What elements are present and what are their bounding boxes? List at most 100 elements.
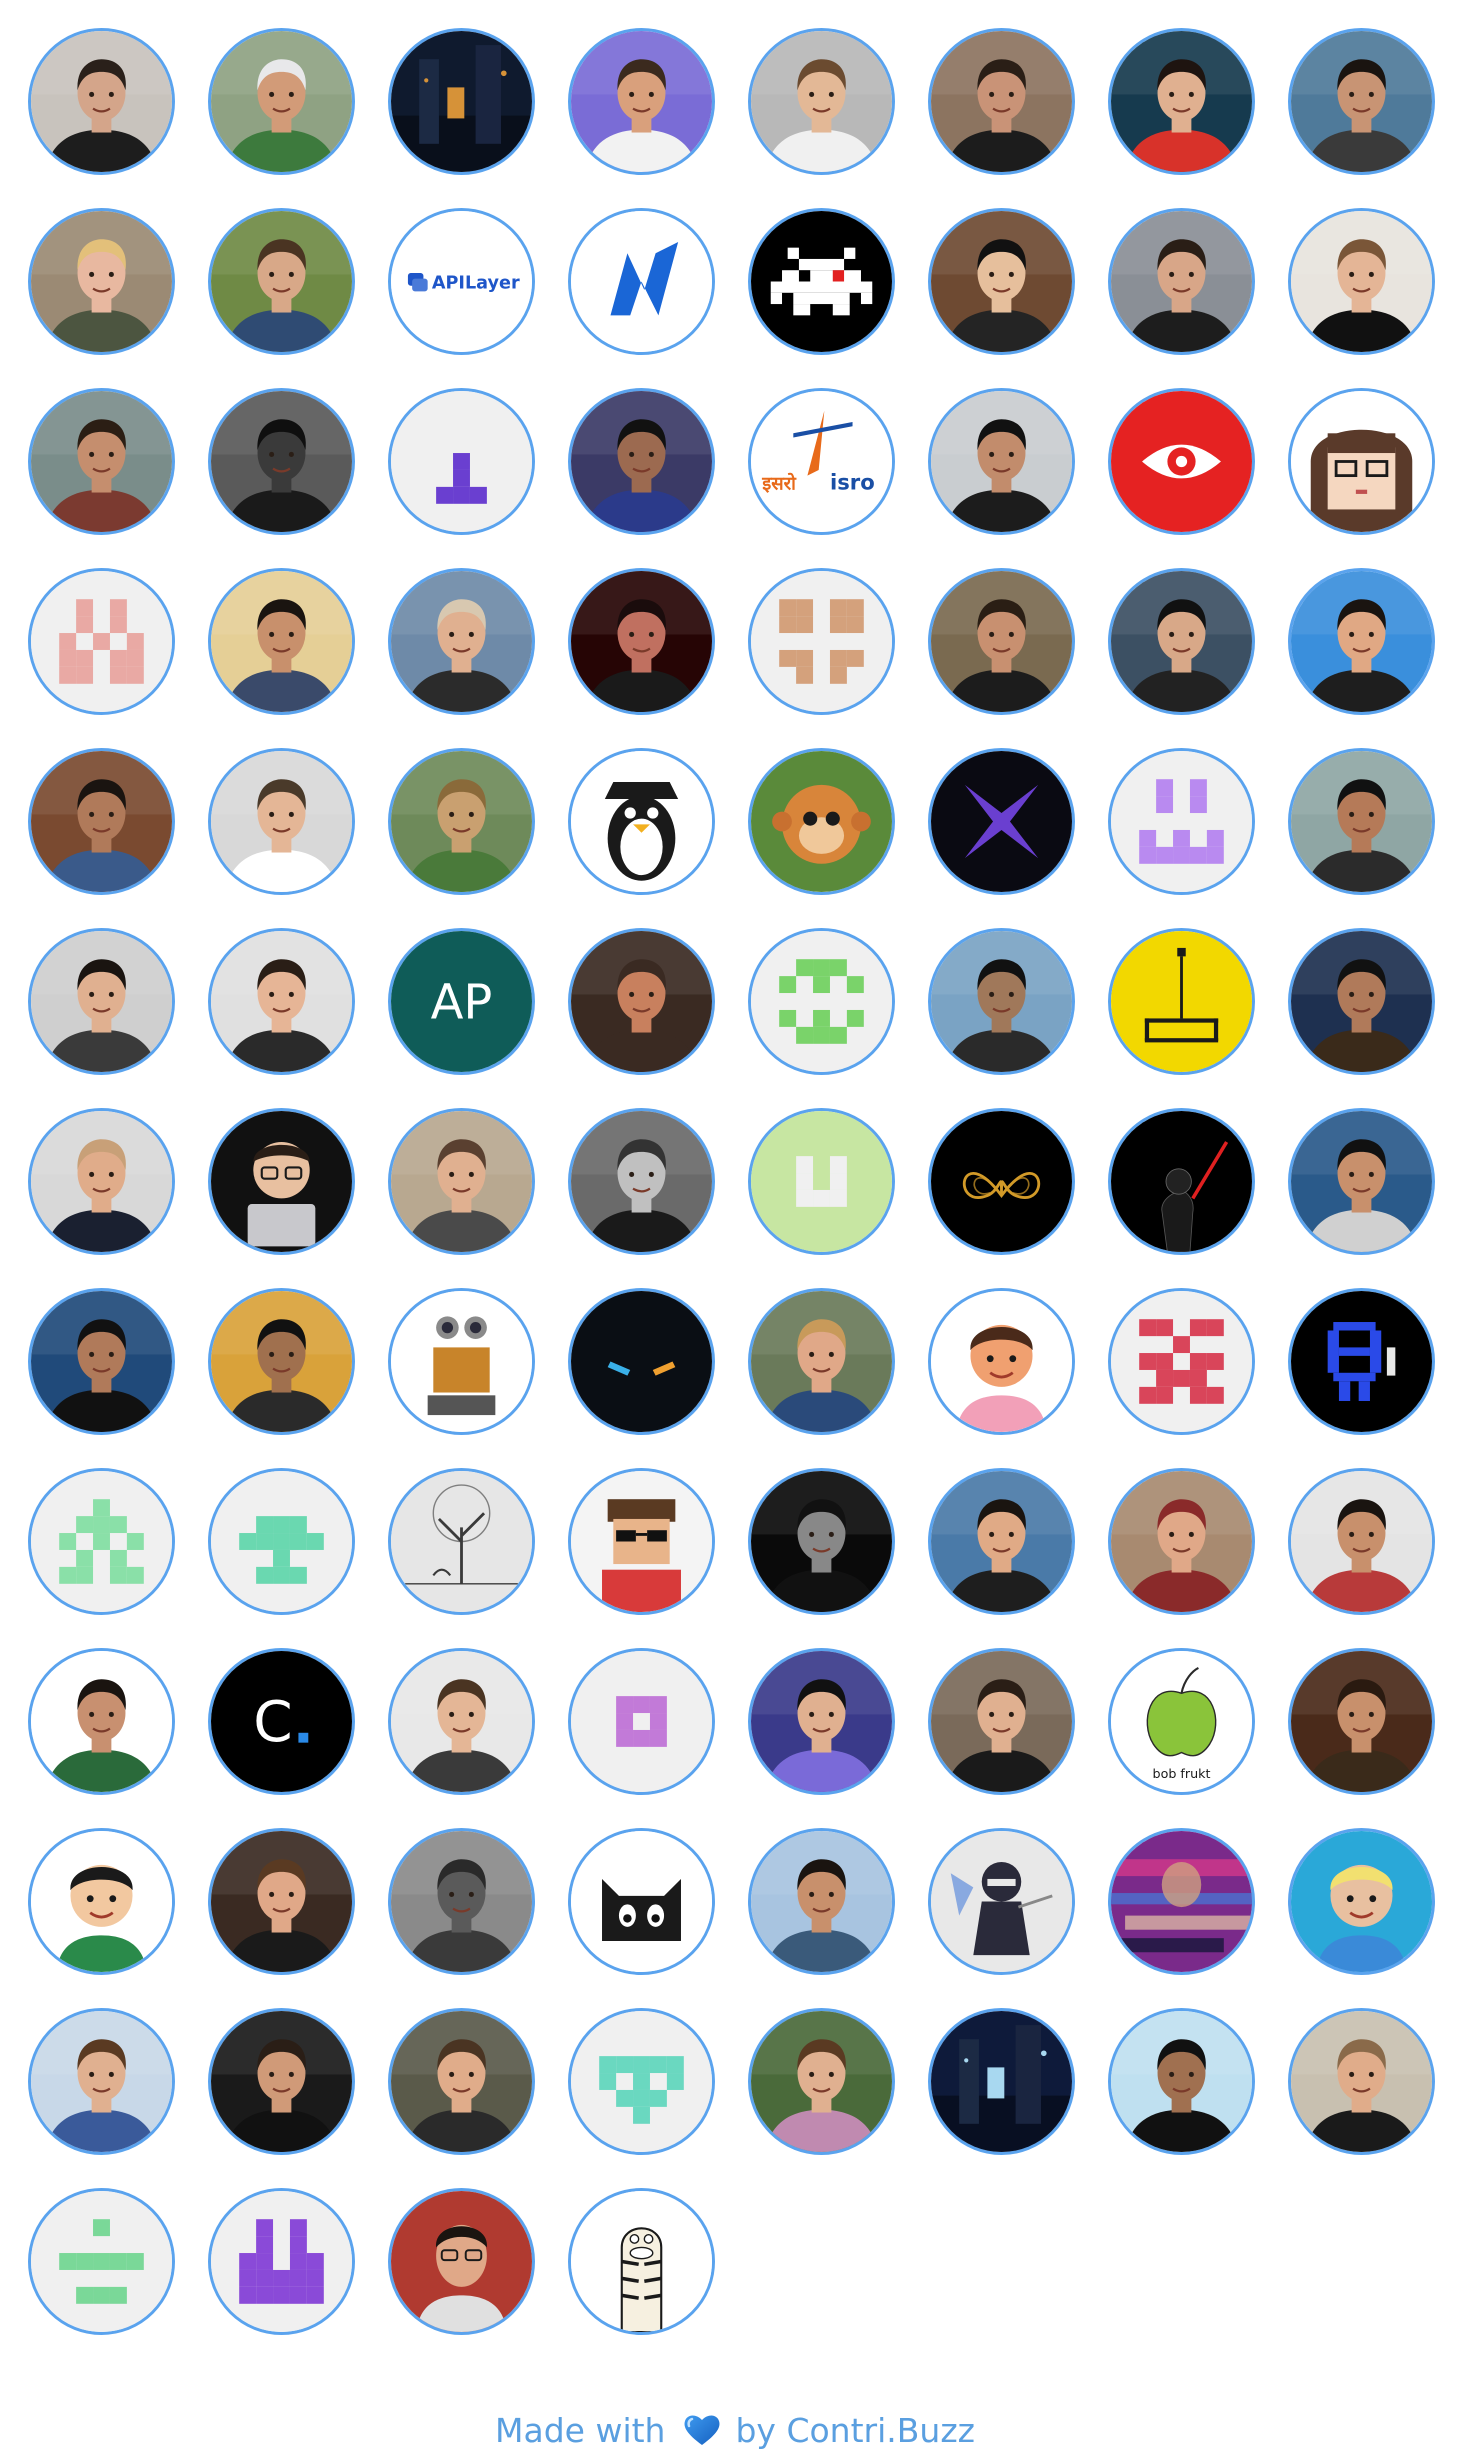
avatar-contributor-12[interactable] [568,208,715,355]
avatar-contributor-19[interactable] [388,388,535,535]
avatar-contributor-93[interactable] [748,2008,895,2155]
avatar-contributor-43[interactable]: AP [388,928,535,1075]
avatar-contributor-35[interactable] [388,748,535,895]
avatar-contributor-16[interactable] [1288,208,1435,355]
avatar-contributor-22[interactable] [928,388,1075,535]
avatar-contributor-23[interactable] [1108,388,1255,535]
avatar-contributor-77[interactable] [748,1648,895,1795]
avatar-contributor-56[interactable] [1288,1108,1435,1255]
avatar-contributor-76[interactable] [568,1648,715,1795]
avatar-contributor-71[interactable] [1108,1468,1255,1615]
avatar-contributor-28[interactable] [568,568,715,715]
contri-buzz-link[interactable]: Contri.Buzz [786,2411,975,2450]
avatar-contributor-25[interactable] [28,568,175,715]
avatar-contributor-38[interactable] [928,748,1075,895]
avatar-contributor-62[interactable] [928,1288,1075,1435]
avatar-contributor-89[interactable] [28,2008,175,2155]
avatar-contributor-88[interactable] [1288,1828,1435,1975]
avatar-contributor-21[interactable]: इसरो isro [748,388,895,535]
avatar-contributor-34[interactable] [208,748,355,895]
avatar-contributor-15[interactable] [1108,208,1255,355]
avatar-contributor-66[interactable] [208,1468,355,1615]
avatar-contributor-81[interactable] [28,1828,175,1975]
avatar-contributor-57[interactable] [28,1288,175,1435]
avatar-contributor-48[interactable] [1288,928,1435,1075]
avatar-contributor-36[interactable] [568,748,715,895]
avatar-contributor-97[interactable] [28,2188,175,2335]
avatar-contributor-95[interactable] [1108,2008,1255,2155]
avatar-contributor-82[interactable] [208,1828,355,1975]
avatar-contributor-91[interactable] [388,2008,535,2155]
avatar-contributor-49[interactable] [28,1108,175,1255]
avatar-contributor-59[interactable] [388,1288,535,1435]
avatar-contributor-7[interactable] [1108,28,1255,175]
avatar-contributor-2[interactable] [208,28,355,175]
avatar-contributor-54[interactable] [928,1108,1075,1255]
avatar-contributor-20[interactable] [568,388,715,535]
avatar-contributor-46[interactable] [928,928,1075,1075]
avatar-contributor-27[interactable] [388,568,535,715]
avatar-contributor-68[interactable] [568,1468,715,1615]
avatar-contributor-6[interactable] [928,28,1075,175]
avatar-contributor-37[interactable] [748,748,895,895]
avatar-contributor-73[interactable] [28,1648,175,1795]
avatar-contributor-53[interactable] [748,1108,895,1255]
avatar-contributor-39[interactable] [1108,748,1255,895]
avatar-contributor-55[interactable] [1108,1108,1255,1255]
avatar-contributor-26[interactable] [208,568,355,715]
avatar-contributor-86[interactable] [928,1828,1075,1975]
avatar-contributor-79[interactable]: bob frukt [1108,1648,1255,1795]
avatar-contributor-44[interactable] [568,928,715,1075]
avatar-contributor-1[interactable] [28,28,175,175]
avatar-contributor-31[interactable] [1108,568,1255,715]
avatar-contributor-30[interactable] [928,568,1075,715]
avatar-contributor-41[interactable] [28,928,175,1075]
avatar-contributor-3[interactable] [388,28,535,175]
avatar-contributor-72[interactable] [1288,1468,1435,1615]
avatar-contributor-69[interactable] [748,1468,895,1615]
avatar-contributor-83[interactable] [388,1828,535,1975]
avatar-contributor-60[interactable] [568,1288,715,1435]
avatar-contributor-90[interactable] [208,2008,355,2155]
avatar-contributor-5[interactable] [748,28,895,175]
avatar-contributor-87[interactable] [1108,1828,1255,1975]
avatar-contributor-17[interactable] [28,388,175,535]
avatar-contributor-74[interactable]: C [208,1648,355,1795]
avatar-contributor-40[interactable] [1288,748,1435,895]
avatar-contributor-50[interactable] [208,1108,355,1255]
avatar-contributor-70[interactable] [928,1468,1075,1615]
avatar-contributor-94[interactable] [928,2008,1075,2155]
avatar-contributor-9[interactable] [28,208,175,355]
avatar-contributor-64[interactable] [1288,1288,1435,1435]
avatar-contributor-63[interactable] [1108,1288,1255,1435]
avatar-contributor-45[interactable] [748,928,895,1075]
avatar-contributor-24[interactable] [1288,388,1435,535]
avatar-contributor-51[interactable] [388,1108,535,1255]
avatar-contributor-58[interactable] [208,1288,355,1435]
avatar-contributor-84[interactable] [568,1828,715,1975]
avatar-contributor-100[interactable] [568,2188,715,2335]
avatar-contributor-98[interactable] [208,2188,355,2335]
avatar-contributor-65[interactable] [28,1468,175,1615]
avatar-contributor-33[interactable] [28,748,175,895]
avatar-contributor-92[interactable] [568,2008,715,2155]
avatar-contributor-47[interactable] [1108,928,1255,1075]
avatar-contributor-67[interactable] [388,1468,535,1615]
avatar-contributor-80[interactable] [1288,1648,1435,1795]
avatar-contributor-96[interactable] [1288,2008,1435,2155]
avatar-contributor-32[interactable] [1288,568,1435,715]
avatar-contributor-52[interactable] [568,1108,715,1255]
avatar-contributor-78[interactable] [928,1648,1075,1795]
avatar-contributor-11[interactable]: APILayer [388,208,535,355]
avatar-contributor-10[interactable] [208,208,355,355]
avatar-contributor-4[interactable] [568,28,715,175]
avatar-contributor-99[interactable] [388,2188,535,2335]
avatar-contributor-13[interactable] [748,208,895,355]
avatar-contributor-18[interactable] [208,388,355,535]
avatar-contributor-85[interactable] [748,1828,895,1975]
avatar-contributor-8[interactable] [1288,28,1435,175]
avatar-contributor-29[interactable] [748,568,895,715]
avatar-contributor-61[interactable] [748,1288,895,1435]
avatar-contributor-75[interactable] [388,1648,535,1795]
avatar-contributor-14[interactable] [928,208,1075,355]
